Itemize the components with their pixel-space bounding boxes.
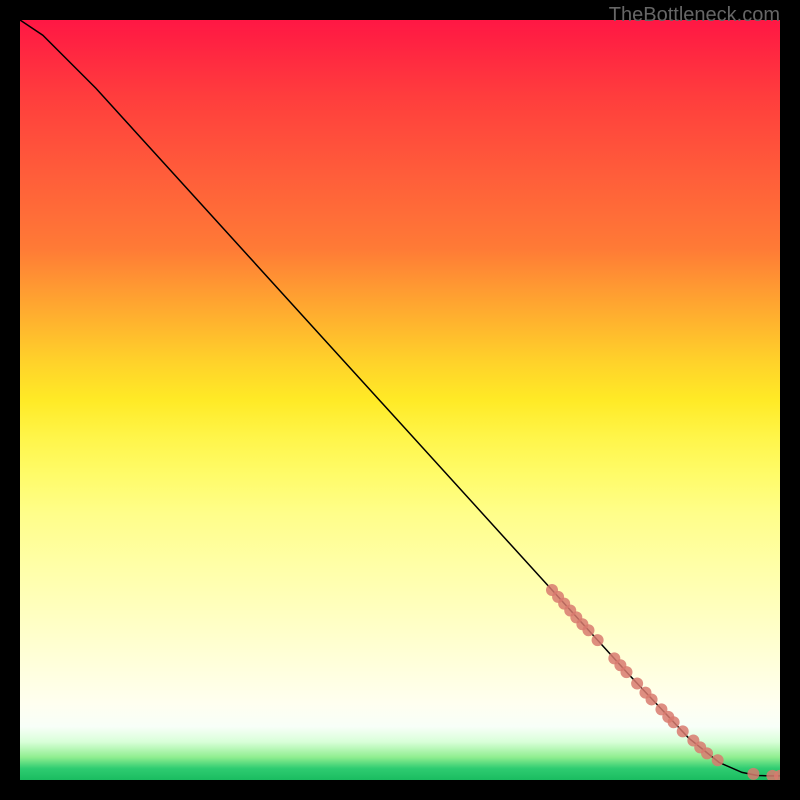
data-point [631, 677, 643, 689]
watermark-text: TheBottleneck.com [609, 4, 780, 27]
data-points [546, 584, 780, 780]
data-point [646, 693, 658, 705]
data-point [712, 754, 724, 766]
data-point [747, 768, 759, 780]
curve-line [20, 20, 780, 776]
chart-svg [20, 20, 780, 780]
data-point [582, 624, 594, 636]
data-point [620, 666, 632, 678]
data-point [701, 747, 713, 759]
data-point [677, 725, 689, 737]
plot-area [20, 20, 780, 780]
data-point [668, 716, 680, 728]
data-point [592, 634, 604, 646]
